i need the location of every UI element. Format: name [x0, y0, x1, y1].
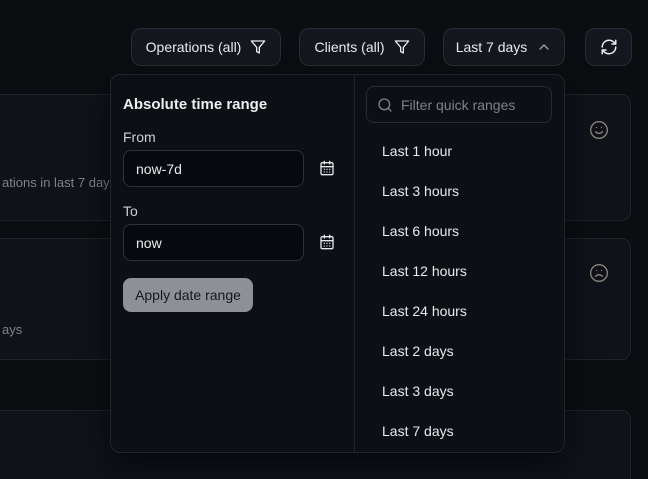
- to-calendar-button[interactable]: [316, 231, 338, 253]
- calendar-icon: [319, 234, 335, 250]
- time-range-button[interactable]: Last 7 days: [443, 28, 565, 66]
- quick-range-list: Last 1 hourLast 3 hoursLast 6 hoursLast …: [355, 131, 565, 451]
- to-label: To: [123, 203, 138, 219]
- quick-range-item[interactable]: Last 1 hour: [355, 131, 565, 171]
- quick-range-item[interactable]: Last 3 days: [355, 371, 565, 411]
- quick-range-filter: [366, 86, 552, 123]
- smile-icon: [589, 120, 609, 140]
- clients-filter-button[interactable]: Clients (all): [299, 28, 425, 66]
- absolute-time-range-title: Absolute time range: [123, 96, 267, 113]
- search-icon: [377, 97, 393, 113]
- refresh-icon: [600, 38, 618, 56]
- filter-funnel-icon: [250, 39, 266, 55]
- calendar-icon: [319, 160, 335, 176]
- quick-range-item[interactable]: Last 24 hours: [355, 291, 565, 331]
- from-calendar-button[interactable]: [316, 157, 338, 179]
- quick-range-item[interactable]: Last 3 hours: [355, 171, 565, 211]
- time-range-picker-dropdown: Absolute time range From To Apply date r…: [110, 74, 565, 453]
- apply-date-range-button[interactable]: Apply date range: [123, 278, 253, 312]
- absolute-time-range-section: Absolute time range From To Apply date r…: [111, 75, 354, 452]
- filter-funnel-icon: [394, 39, 410, 55]
- quick-range-filter-input[interactable]: [401, 97, 541, 113]
- from-label: From: [123, 129, 156, 145]
- app-screen: ations in last 7 days ays Operations (al…: [0, 0, 648, 479]
- clients-filter-label: Clients (all): [314, 39, 384, 55]
- quick-ranges-section: Last 1 hourLast 3 hoursLast 6 hoursLast …: [355, 75, 565, 452]
- operations-filter-label: Operations (all): [146, 39, 242, 55]
- refresh-button[interactable]: [585, 28, 632, 66]
- to-input[interactable]: [123, 224, 304, 261]
- time-range-label: Last 7 days: [456, 39, 528, 55]
- quick-range-item[interactable]: Last 12 hours: [355, 251, 565, 291]
- frown-icon: [589, 263, 609, 283]
- quick-range-item[interactable]: Last 7 days: [355, 411, 565, 451]
- from-input[interactable]: [123, 150, 304, 187]
- quick-range-item[interactable]: Last 6 hours: [355, 211, 565, 251]
- card-subtitle: ays: [2, 322, 22, 337]
- quick-range-item[interactable]: Last 2 days: [355, 331, 565, 371]
- chevron-up-icon: [536, 39, 552, 55]
- operations-filter-button[interactable]: Operations (all): [131, 28, 281, 66]
- card-subtitle: ations in last 7 days: [2, 175, 116, 190]
